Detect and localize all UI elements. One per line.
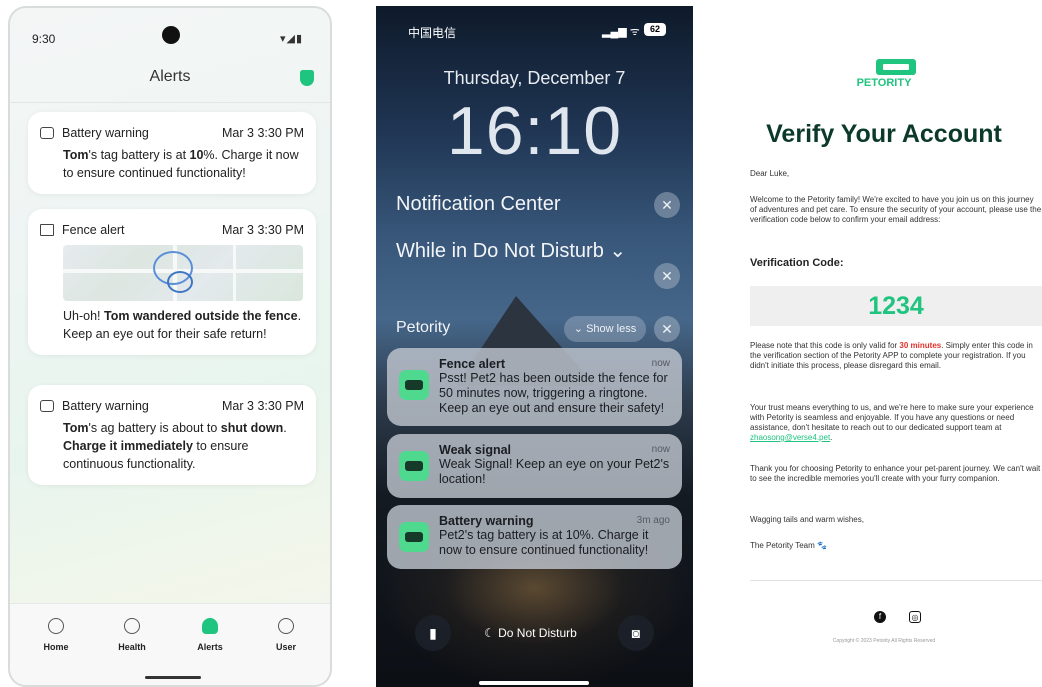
- show-less-label: Show less: [586, 323, 637, 335]
- alert-card[interactable]: Battery warning Mar 3 3:30 PM Tom's tag …: [28, 112, 316, 194]
- notification[interactable]: Weak signal now Weak Signal! Keep an eye…: [387, 434, 682, 498]
- notification[interactable]: Battery warning 3m ago Pet2's tag batter…: [387, 505, 682, 569]
- lock-clock: 16:10: [446, 93, 623, 169]
- close-icon[interactable]: ✕: [654, 192, 680, 218]
- battery-icon: [40, 127, 54, 139]
- home-icon: [48, 618, 64, 634]
- alert-body: Tom's ag battery is about to shut down. …: [63, 421, 287, 471]
- petority-app-icon: [399, 522, 429, 552]
- instagram-icon[interactable]: ◎: [909, 611, 921, 623]
- lock-date: Thursday, December 7: [443, 68, 626, 88]
- camera-cutout: [162, 26, 180, 44]
- chevron-down-icon: ⌄: [609, 240, 627, 262]
- code-label: Verification Code:: [750, 257, 844, 269]
- health-icon: [124, 618, 140, 634]
- nav-label: Home: [43, 642, 69, 652]
- android-alerts-screen: 9:30 ▾◢▮ Alerts Battery warning Mar 3 3:…: [8, 6, 332, 687]
- signoff: Wagging tails and warm wishes,: [750, 515, 864, 524]
- verification-email: PETORITY Verify Your Account Dear Luke, …: [726, 6, 1042, 687]
- thanks-paragraph: Thank you for choosing Petority to enhan…: [750, 464, 1041, 483]
- dnd-header[interactable]: While in Do Not Disturb ⌄: [396, 238, 626, 263]
- show-less-button[interactable]: ⌄ Show less: [564, 316, 646, 342]
- divider: [750, 580, 1042, 581]
- trust-paragraph: Your trust means everything to us, and w…: [750, 403, 1042, 443]
- alert-date: Mar 3 3:30 PM: [222, 399, 304, 413]
- verification-code: 1234: [750, 286, 1042, 326]
- notification-body: Pet2's tag battery is at 10%. Charge it …: [439, 528, 649, 557]
- notification-time: now: [651, 358, 670, 369]
- notification[interactable]: Fence alert now Psst! Pet2 has been outs…: [387, 348, 682, 426]
- fence-map[interactable]: [63, 245, 303, 301]
- facebook-icon[interactable]: f: [874, 611, 886, 623]
- trust-text: Your trust means everything to us, and w…: [750, 403, 1034, 432]
- shield-icon[interactable]: [300, 70, 314, 86]
- chevron-down-icon: ⌄: [573, 323, 583, 335]
- home-indicator: [479, 681, 589, 685]
- nav-home[interactable]: Home: [26, 618, 86, 652]
- alert-title: Battery warning: [62, 126, 149, 140]
- status-bar: 9:30 ▾◢▮: [10, 8, 330, 66]
- notification-body: Weak Signal! Keep an eye on your Pet2's …: [439, 457, 670, 486]
- signal-wifi-icon: ▂▄▆ ᯤ: [602, 26, 640, 38]
- alert-body: Tom's tag battery is at 10%. Charge it n…: [63, 148, 299, 180]
- signal-icon: ▾◢▮: [280, 33, 304, 45]
- petority-logo-icon: [876, 59, 916, 75]
- carrier-label: 中国电信: [408, 26, 457, 40]
- brand-name: PETORITY: [856, 77, 912, 89]
- close-icon[interactable]: ✕: [654, 263, 680, 289]
- alert-card[interactable]: Battery warning Mar 3 3:30 PM Tom's ag b…: [28, 385, 316, 485]
- alert-date: Mar 3 3:30 PM: [222, 126, 304, 140]
- divider: [10, 102, 330, 103]
- notification-center-title: Notification Center: [396, 193, 561, 215]
- validity-note: Please note that this code is only valid…: [750, 341, 1042, 371]
- notification-body: Psst! Pet2 has been outside the fence fo…: [439, 371, 668, 415]
- close-icon[interactable]: ✕: [654, 316, 680, 342]
- trust-text: .: [830, 433, 833, 442]
- team-signature: The Petority Team 🐾: [750, 541, 827, 550]
- app-group-name: Petority: [396, 319, 451, 336]
- nav-health[interactable]: Health: [102, 618, 162, 652]
- battery-indicator: 62: [644, 23, 666, 36]
- intro-paragraph: Welcome to the Petority family! We're ex…: [750, 195, 1042, 224]
- bell-icon: [202, 618, 218, 634]
- petority-app-icon: [399, 370, 429, 400]
- petority-app-icon: [399, 451, 429, 481]
- nav-label: Alerts: [197, 642, 223, 652]
- note-text: Please note that this code is only valid…: [750, 341, 900, 350]
- nav-label: Health: [118, 642, 146, 652]
- alert-body: Uh-oh! Tom wandered outside the fence. K…: [63, 309, 302, 341]
- moon-icon: ☾: [484, 626, 495, 640]
- dnd-header-label: While in Do Not Disturb: [396, 240, 604, 262]
- notification-title: Weak signal: [439, 443, 512, 457]
- notification-time: 3m ago: [636, 515, 670, 526]
- validity-duration: 30 minutes: [899, 341, 942, 350]
- page-title: Alerts: [149, 68, 191, 85]
- greeting: Dear Luke,: [750, 169, 790, 178]
- user-icon: [278, 618, 294, 634]
- email-heading: Verify Your Account: [766, 120, 1002, 148]
- flashlight-icon[interactable]: ▮: [415, 615, 451, 651]
- copyright: Copyright © 2023 Petority All Rights Res…: [832, 638, 936, 644]
- camera-icon[interactable]: ◙: [618, 615, 654, 651]
- alert-title: Battery warning: [62, 399, 149, 413]
- alert-title: Fence alert: [62, 223, 125, 237]
- battery-icon: [40, 400, 54, 412]
- support-email-link[interactable]: zhaosong@verse4.pet: [750, 433, 830, 442]
- alert-card[interactable]: Fence alert Mar 3 3:30 PM Uh-oh! Tom wan…: [28, 209, 316, 355]
- alert-date: Mar 3 3:30 PM: [222, 223, 304, 237]
- ios-lock-screen: 中国电信 ▂▄▆ ᯤ 62 Thursday, December 7 16:10…: [376, 6, 693, 687]
- dnd-label: Do Not Disturb: [498, 626, 577, 640]
- nav-label: User: [275, 642, 296, 652]
- dnd-focus-indicator[interactable]: ☾ Do Not Disturb: [484, 626, 577, 640]
- home-indicator: [145, 676, 201, 679]
- nav-alerts[interactable]: Alerts: [180, 618, 240, 652]
- notification-title: Fence alert: [439, 357, 506, 371]
- bottom-nav: Home Health Alerts User: [10, 603, 330, 685]
- map-icon: [40, 224, 54, 236]
- notification-time: now: [651, 444, 670, 455]
- status-time: 9:30: [32, 32, 56, 46]
- nav-user[interactable]: User: [256, 618, 316, 652]
